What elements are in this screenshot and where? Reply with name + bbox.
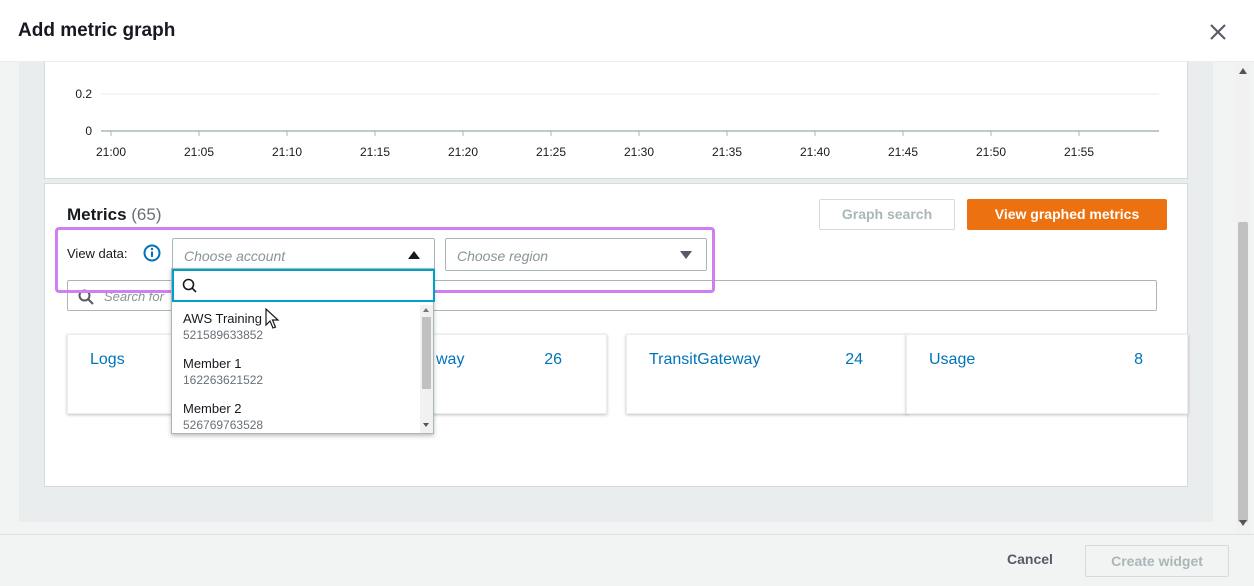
modal-scrollbar[interactable] [1236,62,1250,534]
dropdown-scrollbar[interactable] [420,305,433,433]
namespace-count: 26 [544,351,562,368]
graph-x-tick-label: 21:35 [712,145,742,159]
graph-x-tick-label: 21:55 [1064,145,1094,159]
graph-x-tick-label: 21:00 [96,145,126,159]
scroll-up-arrow-icon[interactable] [423,308,429,312]
namespace-name[interactable]: Logs [90,351,125,369]
graph-chart: 0.2 0 21:00 21:05 21:10 21:15 21:20 21:25 21:30 2… [75,87,1159,159]
graph-x-tick-label: 21:30 [624,145,654,159]
search-icon [182,278,197,293]
account-name: Member 2 [183,401,242,416]
dropdown-scroll-thumb[interactable] [422,317,431,389]
search-placeholder: Search for [104,289,164,304]
graph-y-tick-label: 0.2 [75,87,92,101]
view-data-label: View data: [67,246,128,261]
choose-region-select[interactable]: Choose region [445,238,707,271]
namespace-count: 24 [845,351,863,368]
account-search-input[interactable] [172,269,435,302]
info-icon[interactable] [143,244,161,262]
caret-up-icon [408,251,420,259]
scroll-down-arrow-icon[interactable] [423,423,429,427]
graph-panel: 0.2 0 21:00 21:05 21:10 21:15 21:20 21:25 21:30 2… [44,62,1188,179]
create-widget-button[interactable]: Create widget [1085,545,1229,577]
graph-x-tick-label: 21:40 [800,145,830,159]
modal-title: Add metric graph [18,20,176,41]
close-button[interactable] [1206,20,1230,44]
account-id: 162263621522 [183,373,264,387]
namespace-card-usage[interactable]: Usage 8 [906,334,1188,414]
graph-y-tick-label: 0 [85,124,92,138]
choose-account-select[interactable]: Choose account [172,238,435,271]
modal-header: Add metric graph [0,0,1254,62]
close-icon [1210,24,1226,40]
namespace-card-transitgateway[interactable]: TransitGateway 24 [626,334,908,414]
namespace-name[interactable]: way [436,351,464,369]
metrics-title: Metrics (65) [67,205,162,225]
account-id: 521589633852 [183,328,264,342]
account-id: 526769763528 [183,418,264,432]
modal-footer: Cancel Create widget [0,534,1254,586]
graph-x-tick-label: 21:15 [360,145,390,159]
graph-x-tick-label: 21:25 [536,145,566,159]
metrics-count: (65) [131,205,162,224]
namespace-name[interactable]: Usage [929,351,975,369]
account-list: AWS Training 521589633852 Member 1 16226… [172,305,420,433]
graph-x-tick-label: 21:50 [976,145,1006,159]
graph-x-tick-label: 21:10 [272,145,302,159]
account-option-member-2[interactable]: Member 2 526769763528 [172,395,420,433]
account-name: AWS Training [183,311,262,326]
cancel-button[interactable]: Cancel [990,551,1070,567]
account-option-member-1[interactable]: Member 1 162263621522 [172,350,420,395]
scroll-up-arrow-icon[interactable] [1239,68,1247,74]
scroll-thumb[interactable] [1238,222,1248,522]
graph-search-button[interactable]: Graph search [819,199,955,230]
account-dropdown: AWS Training 521589633852 Member 1 16226… [171,268,435,434]
namespace-count: 8 [1134,351,1143,368]
graph-x-tick-label: 21:20 [448,145,478,159]
mouse-cursor-icon [265,308,280,329]
scroll-down-arrow-icon[interactable] [1239,520,1247,526]
caret-down-icon [680,251,692,259]
namespace-name[interactable]: TransitGateway [649,351,760,369]
choose-region-placeholder: Choose region [457,248,549,264]
choose-account-placeholder: Choose account [184,248,286,264]
graph-x-tick-label: 21:05 [184,145,214,159]
search-icon [78,289,94,305]
graph-x-tick-label: 21:45 [888,145,918,159]
account-name: Member 1 [183,356,242,371]
view-graphed-metrics-button[interactable]: View graphed metrics [967,199,1167,230]
account-option-aws-training[interactable]: AWS Training 521589633852 [172,305,420,350]
metrics-title-label: Metrics [67,205,127,224]
